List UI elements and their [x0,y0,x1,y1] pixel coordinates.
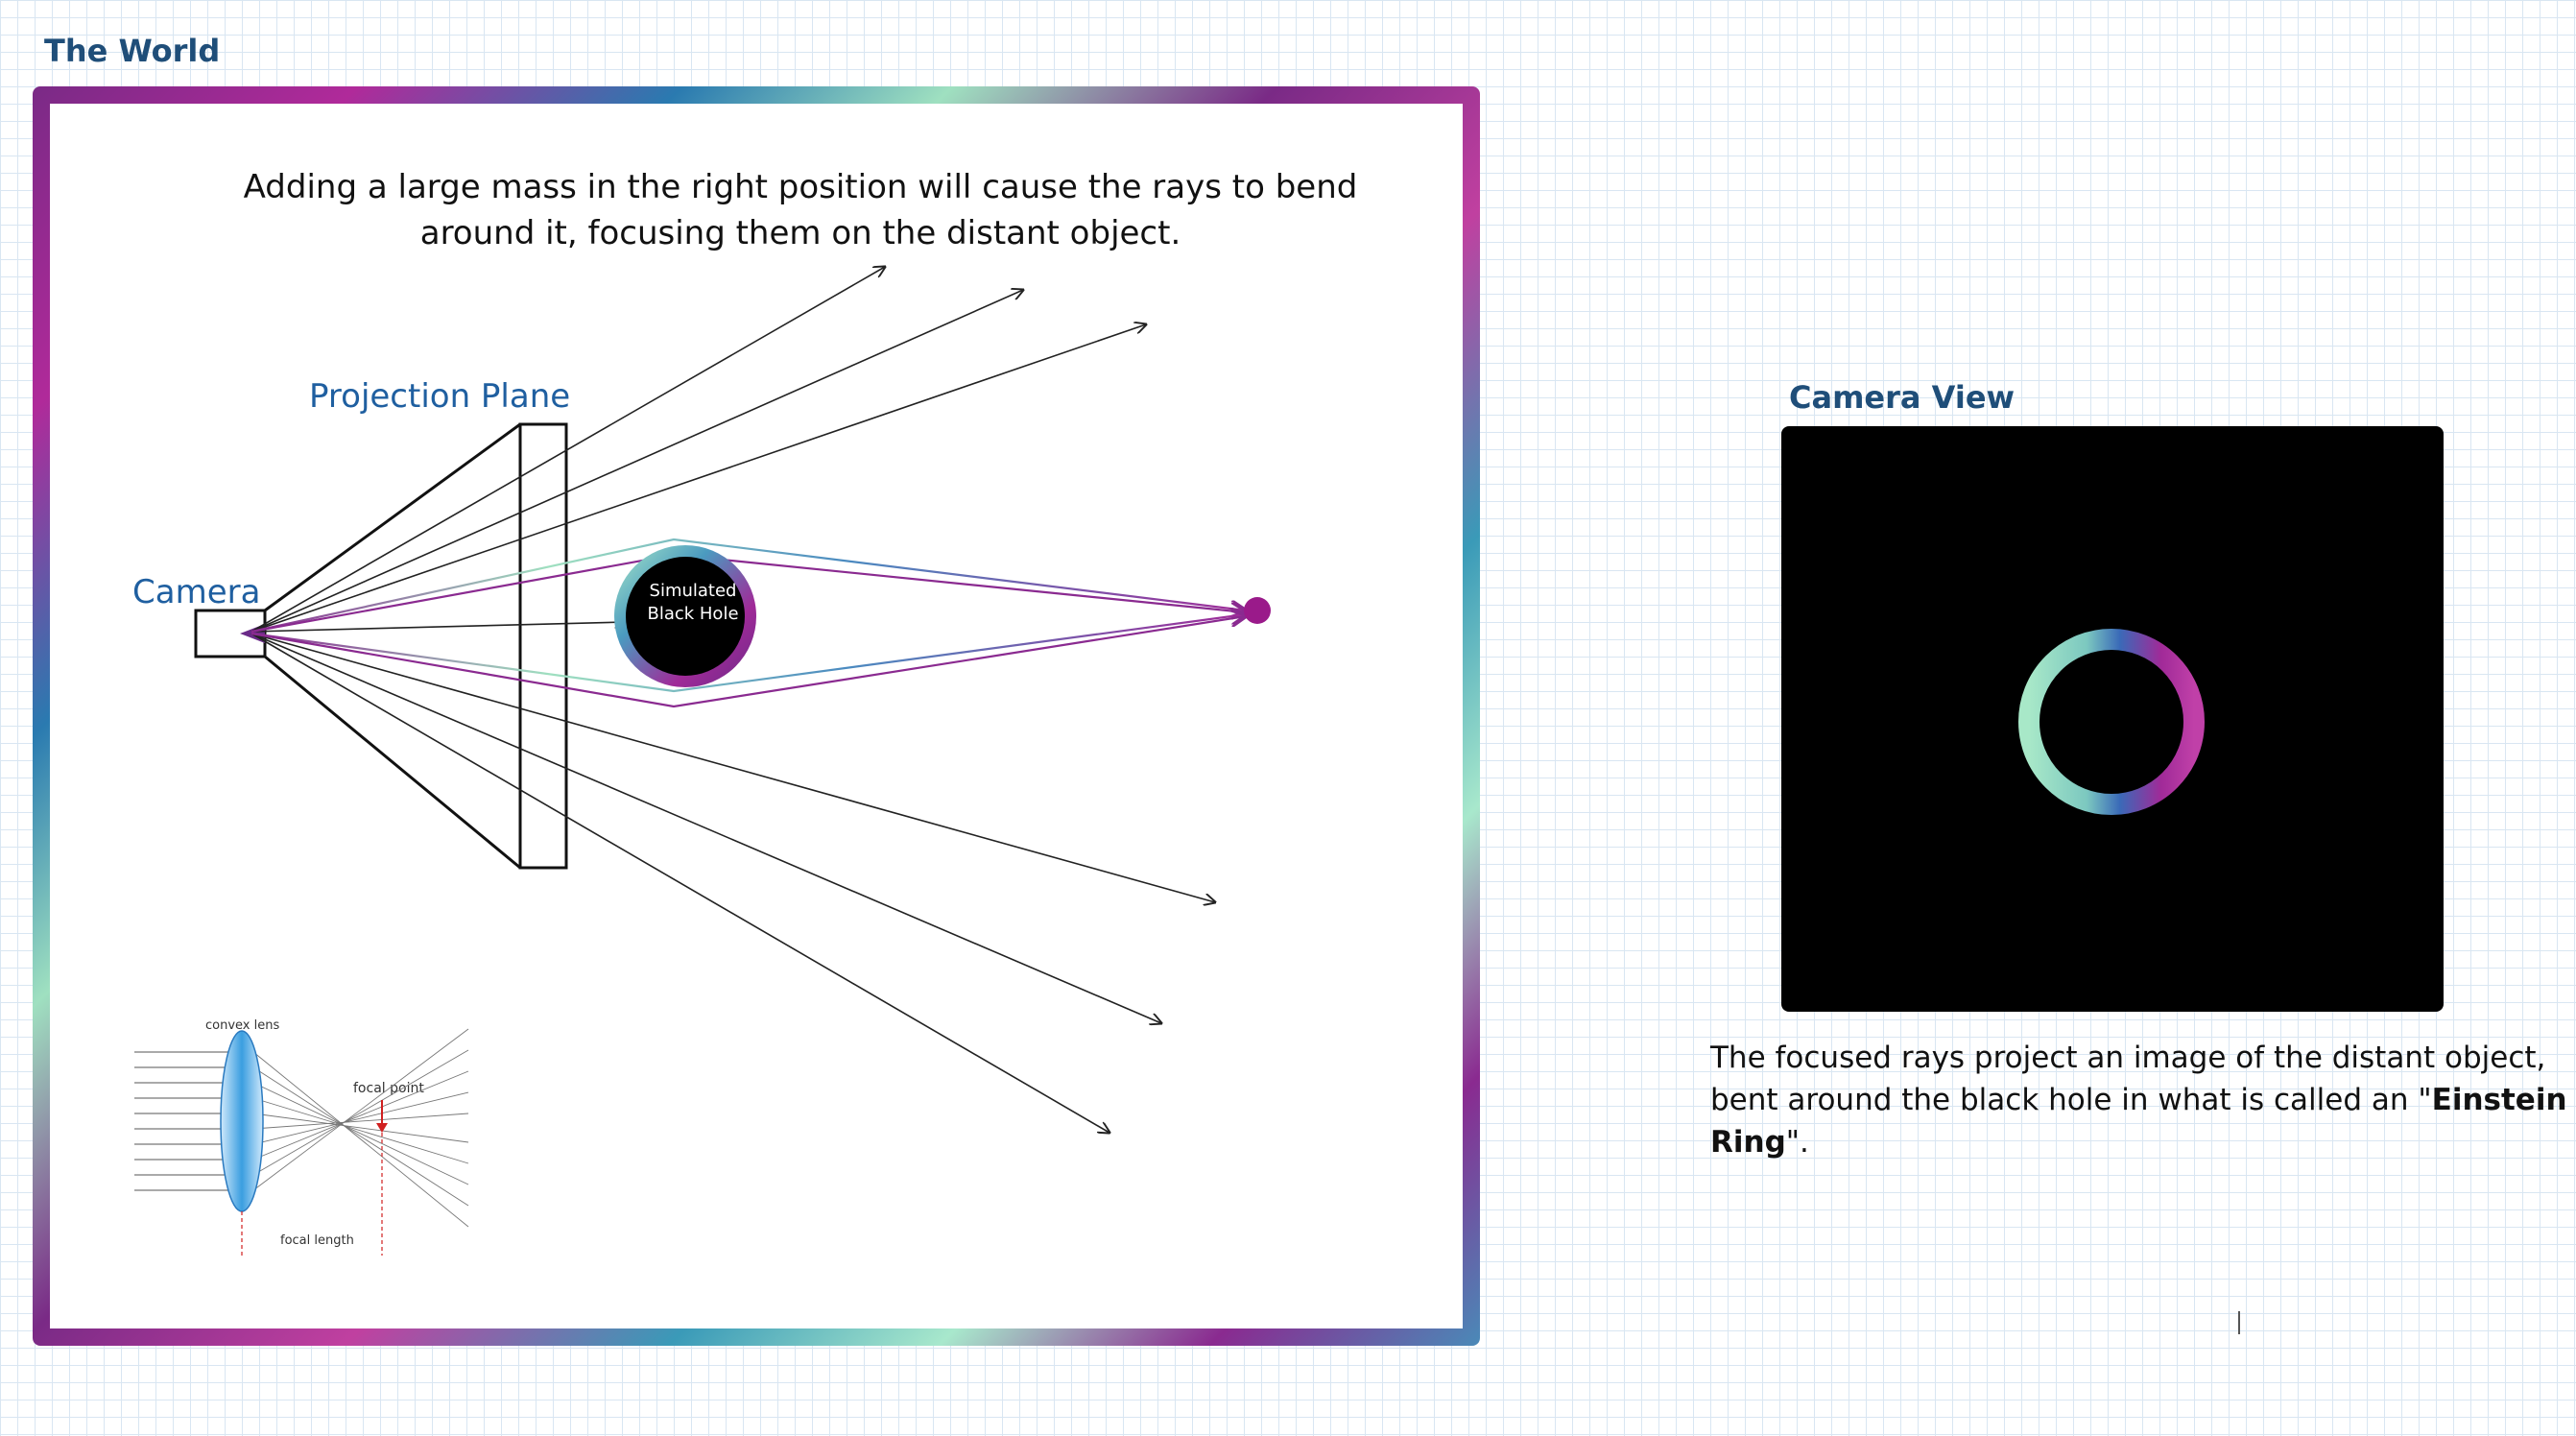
projection-plane [518,422,568,870]
description-text-after: ". [1785,1125,1809,1160]
convex-lens-shape [220,1030,264,1212]
camera-label: Camera [132,573,260,611]
world-caption-line-2: around it, focusing them on the distant … [420,214,1181,252]
camera-view-screen [1781,426,2444,1012]
camera-frustum [264,422,521,870]
world-diagram: Adding a large mass in the right positio… [127,168,1358,1269]
text-cursor [2238,1311,2240,1334]
world-caption-line-1: Adding a large mass in the right positio… [244,168,1358,206]
einstein-ring-graphic [2018,629,2205,815]
description-text-before: The focused rays project an image of the… [1710,1041,2546,1117]
black-hole-label-line-1: Simulated [650,581,737,601]
distant-object-dot [1244,597,1271,624]
camera-view-title: Camera View [1789,379,2015,416]
projection-plane-label: Projection Plane [309,377,570,416]
black-hole-label-line-2: Black Hole [647,604,738,624]
camera-view-description: The focused rays project an image of the… [1710,1037,2574,1163]
focal-length-label: focal length [280,1233,354,1248]
simulated-black-hole: Simulated Black Hole [614,545,756,687]
convex-lens-inset: convex lens focal point focal length [127,1016,470,1269]
einstein-ring [2018,629,2205,815]
